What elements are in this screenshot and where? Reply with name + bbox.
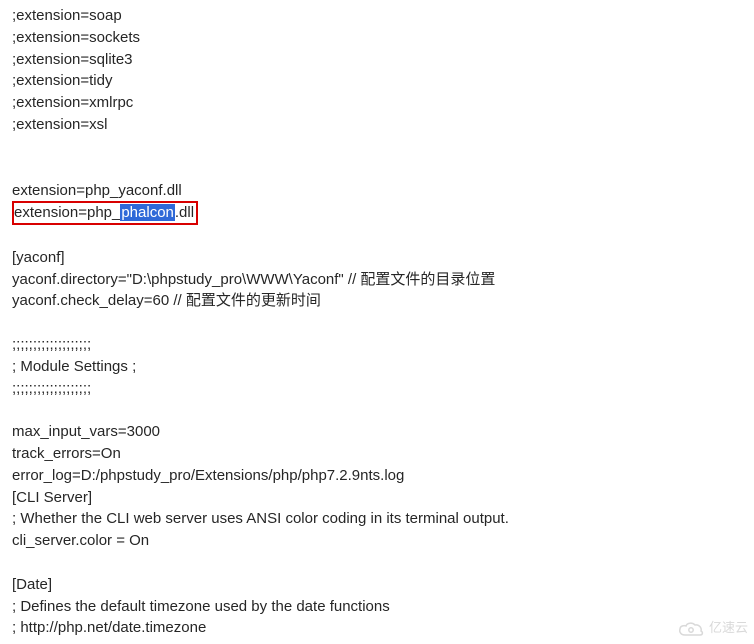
config-line: extension=php_yaconf.dll [12, 180, 742, 202]
blank-line [12, 158, 742, 180]
config-line: ;extension=soap [12, 5, 742, 27]
config-line: ;extension=xsl [12, 114, 742, 136]
config-section-header: [CLI Server] [12, 487, 742, 509]
blank-line [12, 312, 742, 334]
cloud-icon [677, 620, 705, 638]
config-line: ;extension=tidy [12, 70, 742, 92]
config-line: yaconf.check_delay=60 // 配置文件的更新时间 [12, 290, 742, 312]
config-section-header: [Date] [12, 574, 742, 596]
blank-line [12, 225, 742, 247]
text-post: .dll [175, 204, 194, 221]
blank-line [12, 552, 742, 574]
selection-highlight: phalcon [120, 204, 175, 221]
config-line: ;extension=sqlite3 [12, 49, 742, 71]
config-line: ;extension=xmlrpc [12, 92, 742, 114]
comment-line: ; Defines the default timezone used by t… [12, 596, 742, 618]
config-line: ;extension=sockets [12, 27, 742, 49]
red-outline-box: extension=php_phalcon.dll [12, 201, 198, 225]
blank-line [12, 399, 742, 421]
blank-line [12, 136, 742, 158]
comment-separator: ;;;;;;;;;;;;;;;;;;; [12, 334, 742, 356]
config-line: cli_server.color = On [12, 530, 742, 552]
text-pre: extension=php_ [14, 204, 120, 221]
comment-line: ; Whether the CLI web server uses ANSI c… [12, 508, 742, 530]
config-line: track_errors=On [12, 443, 742, 465]
config-line: max_input_vars=3000 [12, 421, 742, 443]
watermark: 亿速云 [677, 619, 748, 638]
config-line: error_log=D:/phpstudy_pro/Extensions/php… [12, 465, 742, 487]
comment-line: ; http://php.net/date.timezone [12, 617, 742, 639]
comment-header: ; Module Settings ; [12, 356, 742, 378]
config-line: yaconf.directory="D:\phpstudy_pro\WWW\Ya… [12, 269, 742, 291]
watermark-text: 亿速云 [709, 619, 748, 638]
highlighted-extension-line: extension=php_phalcon.dll [12, 201, 742, 225]
config-section-header: [yaconf] [12, 247, 742, 269]
comment-separator: ;;;;;;;;;;;;;;;;;;; [12, 378, 742, 400]
